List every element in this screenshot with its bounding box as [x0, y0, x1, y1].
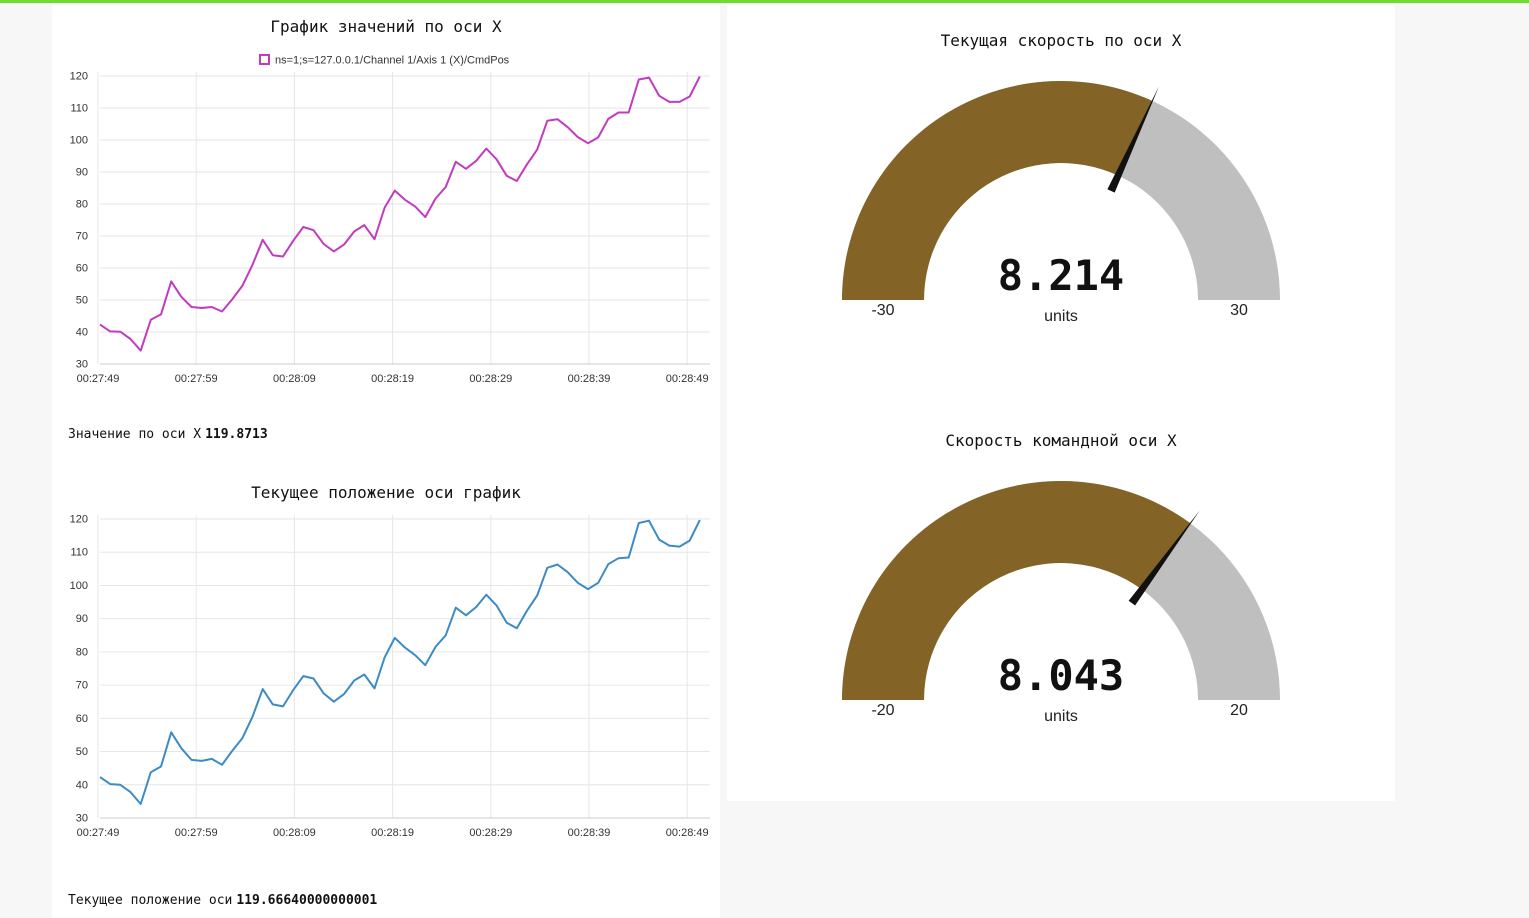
chart1-value: 119.8713: [205, 427, 268, 442]
gauges-panel: Текущая скорость по оси X 8.214 units -3…: [727, 3, 1395, 801]
y-tick-label: 100: [70, 580, 88, 592]
gauge1-min-label: -30: [871, 302, 895, 319]
gauge1-value: 8.214: [997, 251, 1125, 300]
chart2-plot: 30 40 50 60 70 80 90 100 110 120 00:27:49 00:27:59 0…: [70, 514, 710, 839]
series-line: [99, 519, 701, 805]
gauge2-value: 8.043: [997, 651, 1125, 700]
y-tick-label: 50: [76, 746, 88, 758]
gauge1-title: Текущая скорость по оси X: [940, 31, 1182, 50]
chart1-title: График значений по оси X: [270, 17, 502, 36]
x-tick-label: 00:28:39: [568, 827, 611, 839]
charts-panel: График значений по оси X 30 40 50 60 70 80 90 1…: [52, 3, 720, 918]
y-tick-label: 70: [76, 231, 88, 243]
x-tick-label: 00:28:49: [666, 827, 709, 839]
y-tick-label: 50: [76, 295, 88, 307]
y-tick-label: 80: [76, 199, 88, 211]
x-tick-label: 00:28:09: [273, 373, 316, 385]
y-tick-label: 40: [76, 779, 88, 791]
legend-label: ns=1;s=127.0.0.1/Channel 1/Axis 1 (X)/Cm…: [275, 55, 510, 67]
y-tick-label: 100: [70, 135, 88, 147]
gauge1-units: units: [1044, 308, 1078, 325]
series-line: [99, 75, 701, 352]
gauge2-max-label: 20: [1230, 702, 1248, 719]
chart2-value-label: Текущее положение оси: [68, 893, 233, 908]
y-tick-label: 30: [76, 359, 88, 371]
y-tick-label: 110: [70, 547, 88, 559]
x-tick-label: 00:28:09: [273, 827, 316, 839]
y-tick-label: 80: [76, 646, 88, 658]
y-tick-label: 60: [76, 713, 88, 725]
x-tick-label: 00:28:19: [371, 827, 414, 839]
x-tick-label: 00:28:49: [666, 373, 709, 385]
x-tick-label: 00:27:49: [77, 373, 120, 385]
y-tick-label: 90: [76, 167, 88, 179]
chart2-value: 119.66640000000001: [236, 893, 378, 908]
chart2-value-row: Текущее положение оси 119.66640000000001: [68, 893, 377, 908]
chart1-value-row: Значение по оси X 119.8713: [68, 427, 268, 442]
y-tick-label: 30: [76, 813, 88, 825]
x-tick-label: 00:28:19: [371, 373, 414, 385]
gauge2-title: Скорость командной оси X: [945, 431, 1177, 450]
x-tick-label: 00:28:39: [568, 373, 611, 385]
y-tick-label: 90: [76, 613, 88, 625]
x-tick-label: 00:27:59: [175, 373, 218, 385]
y-tick-label: 110: [70, 103, 88, 115]
legend-swatch: [259, 54, 270, 65]
y-tick-label: 70: [76, 680, 88, 692]
y-tick-label: 120: [70, 71, 88, 83]
y-tick-label: 40: [76, 327, 88, 339]
x-tick-label: 00:27:49: [77, 827, 120, 839]
x-tick-label: 00:27:59: [175, 827, 218, 839]
gauge2-min-label: -20: [871, 702, 895, 719]
gauge1-max-label: 30: [1230, 302, 1248, 319]
x-tick-label: 00:28:29: [469, 827, 512, 839]
y-tick-label: 60: [76, 263, 88, 275]
gauge2-units: units: [1044, 708, 1078, 725]
chart1-plot: 30 40 50 60 70 80 90 100 110 120 00:27:49 00:27:59 0…: [70, 54, 710, 385]
chart1-value-label: Значение по оси X: [68, 427, 202, 442]
x-tick-label: 00:28:29: [469, 373, 512, 385]
y-tick-label: 120: [70, 514, 88, 526]
